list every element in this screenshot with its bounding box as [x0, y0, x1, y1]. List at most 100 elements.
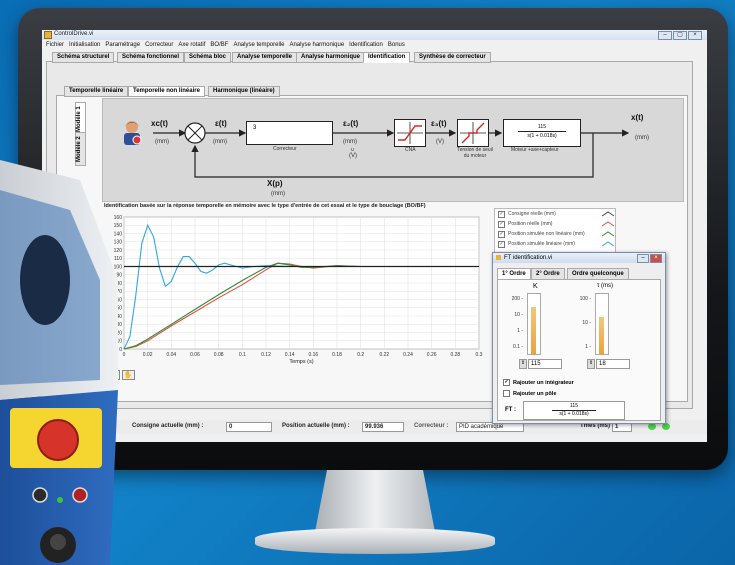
x-tick-label: 0.04 — [166, 352, 176, 358]
x-tick-label: 0.22 — [379, 352, 389, 358]
tab-analyse-temporelle[interactable]: Analyse temporelle — [232, 52, 298, 63]
menu-analyse-harmonique[interactable]: Analyse harmonique — [289, 42, 344, 48]
tau-slider[interactable] — [595, 293, 609, 355]
tau-tick: 100 - — [579, 296, 591, 302]
block-diagram: xc(t) (mm) ε(t) (mm) 3 Correcteur ε₂(t) … — [102, 98, 684, 202]
x-tick-label: 0.14 — [285, 352, 295, 358]
legend-row-simulee-lineaire[interactable]: ✓ Position simulée linéaire (mm) — [495, 239, 615, 249]
operator-icon — [124, 121, 142, 145]
k-tick: 0.1 - — [512, 344, 523, 350]
legend-checkbox[interactable]: ✓ — [498, 210, 505, 218]
legend-row-position-reelle[interactable]: ✓ Position réelle (mm) — [495, 219, 615, 229]
x-tick-label: 0.16 — [308, 352, 318, 358]
dead-zone-block[interactable] — [457, 119, 489, 147]
legend-checkbox[interactable]: ✓ — [498, 230, 505, 238]
motor-transfer-box[interactable]: 115 s(1 + 0.018s) — [503, 119, 581, 147]
status-led — [662, 423, 670, 430]
integrator-option[interactable]: ✓ Rajouter un intégrateur — [503, 379, 574, 386]
legend-label: Position simulée linéaire (mm) — [508, 241, 575, 247]
tau-tick: 1 - — [585, 344, 591, 350]
menu-bar: Fichier Initialisation Paramétrage Corre… — [42, 40, 707, 49]
correcteur-label: Correcteur : — [414, 423, 449, 429]
tab-identification[interactable]: Identification — [363, 52, 411, 63]
feedback-label: X(p) — [267, 179, 283, 188]
legend-row-consigne[interactable]: ✓ Consigne réelle (mm) — [495, 209, 615, 219]
tau-numeric: ⇕ 18 — [587, 359, 630, 369]
menu-analyse-temporelle[interactable]: Analyse temporelle — [233, 42, 284, 48]
chart-title: Identification basée sur la réponse temp… — [104, 203, 426, 209]
menu-fichier[interactable]: Fichier — [46, 42, 64, 48]
menu-bo-bf[interactable]: BO/BF — [210, 42, 228, 48]
status-led — [648, 423, 656, 430]
window-title: ControlDrive.vi — [54, 31, 94, 37]
monitor-stand — [315, 470, 435, 532]
saturation-block[interactable] — [394, 119, 426, 147]
pole-label: Rajouter un pôle — [513, 390, 557, 397]
ft-display: 115 s(1 + 0.018s) — [523, 401, 625, 420]
tab-temporelle-lineaire[interactable]: Temporelle linéaire — [64, 86, 129, 97]
tab-modele-1[interactable]: Modèle 1 — [75, 102, 86, 136]
legend-checkbox[interactable]: ✓ — [498, 220, 505, 228]
k-input[interactable]: 115 — [528, 359, 562, 369]
tab-schema-structurel[interactable]: Schéma structurel — [52, 52, 115, 63]
legend-label: Position simulée non linéaire (mm) — [508, 231, 585, 237]
app-icon — [496, 255, 501, 260]
motor-caption: Moteur +axe+capteur — [511, 147, 559, 153]
ft-minimize-button[interactable]: – — [637, 254, 649, 263]
input-unit: (mm) — [155, 139, 169, 145]
tab-schema-fonctionnel[interactable]: Schéma fonctionnel — [117, 52, 185, 63]
output-label: x(t) — [631, 113, 644, 122]
ft-identification-window: FT identification.vi – × 1° Ordre 2° Ord… — [492, 252, 666, 424]
tab-synthese-correcteur[interactable]: Synthèse de correcteur — [414, 52, 491, 63]
tab-schema-bloc[interactable]: Schéma bloc — [184, 52, 232, 63]
menu-bonus[interactable]: Bonus — [388, 42, 405, 48]
k-slider-fill — [531, 307, 536, 354]
minimize-button[interactable]: – — [658, 31, 672, 40]
consigne-label: Consigne actuelle (mm) : — [132, 423, 204, 429]
x-tick-label: 0.18 — [332, 352, 342, 358]
tau-slider-fill — [599, 316, 604, 354]
monitor-base — [255, 528, 495, 554]
tab-analyse-harmonique[interactable]: Analyse harmonique — [296, 52, 366, 63]
ft-label: FT : — [505, 407, 516, 413]
dead-zone-curve-icon — [460, 122, 486, 144]
ft-close-button[interactable]: × — [650, 254, 662, 263]
tab-harmonique-lineaire[interactable]: Harmonique (linéaire) — [208, 86, 280, 97]
corrector-box[interactable]: 3 — [246, 121, 333, 145]
menu-correcteur[interactable]: Correcteur — [145, 42, 173, 48]
close-button[interactable]: × — [688, 31, 702, 40]
integrator-label: Rajouter un intégrateur — [513, 379, 574, 386]
input-label: xc(t) — [151, 119, 168, 128]
k-spin-icon[interactable]: ⇕ — [519, 359, 527, 369]
pole-checkbox[interactable] — [503, 390, 510, 397]
error-label: ε(t) — [215, 119, 227, 128]
sat-in-label: ε₂(t) — [343, 119, 359, 128]
cna-caption: CNA — [405, 147, 416, 153]
tau-input[interactable]: 18 — [596, 359, 630, 369]
response-chart[interactable]: 0102030405060708090100110120130140150160… — [102, 211, 487, 371]
plot-legend: ✓ Consigne réelle (mm) ✓ Position réelle (… — [494, 208, 616, 254]
x-axis-label: Temps (s) — [289, 359, 313, 365]
legend-swatch — [601, 211, 615, 217]
tab-temporelle-non-lineaire[interactable]: Temporelle non linéaire — [128, 86, 205, 97]
x-tick-label: 0.2 — [357, 352, 364, 358]
k-tick: 200 - — [511, 296, 523, 302]
integrator-checkbox[interactable]: ✓ — [503, 379, 510, 386]
k-slider[interactable] — [527, 293, 541, 355]
legend-row-simulee-non-lineaire[interactable]: ✓ Position simulée non linéaire (mm) — [495, 229, 615, 239]
k-label: K — [533, 283, 538, 290]
dead-zone-caption: Tension de seuil du moteur — [457, 147, 493, 159]
x-tick-label: 0.06 — [190, 352, 200, 358]
menu-parametrage[interactable]: Paramétrage — [105, 42, 140, 48]
corrector-caption: Correcteur — [273, 146, 297, 152]
legend-checkbox[interactable]: ✓ — [498, 240, 505, 248]
menu-axe-rotatif[interactable]: Axe rotatif — [178, 42, 205, 48]
position-label: Position actuelle (mm) : — [282, 423, 350, 429]
menu-initialisation[interactable]: Initialisation — [69, 42, 100, 48]
menu-identification[interactable]: Identification — [349, 42, 383, 48]
k-numeric: ⇕ 115 — [519, 359, 562, 369]
maximize-button[interactable]: ▢ — [673, 31, 687, 40]
x-tick-label: 0.28 — [450, 352, 460, 358]
pole-option[interactable]: Rajouter un pôle — [503, 390, 556, 397]
tau-spin-icon[interactable]: ⇕ — [587, 359, 595, 369]
